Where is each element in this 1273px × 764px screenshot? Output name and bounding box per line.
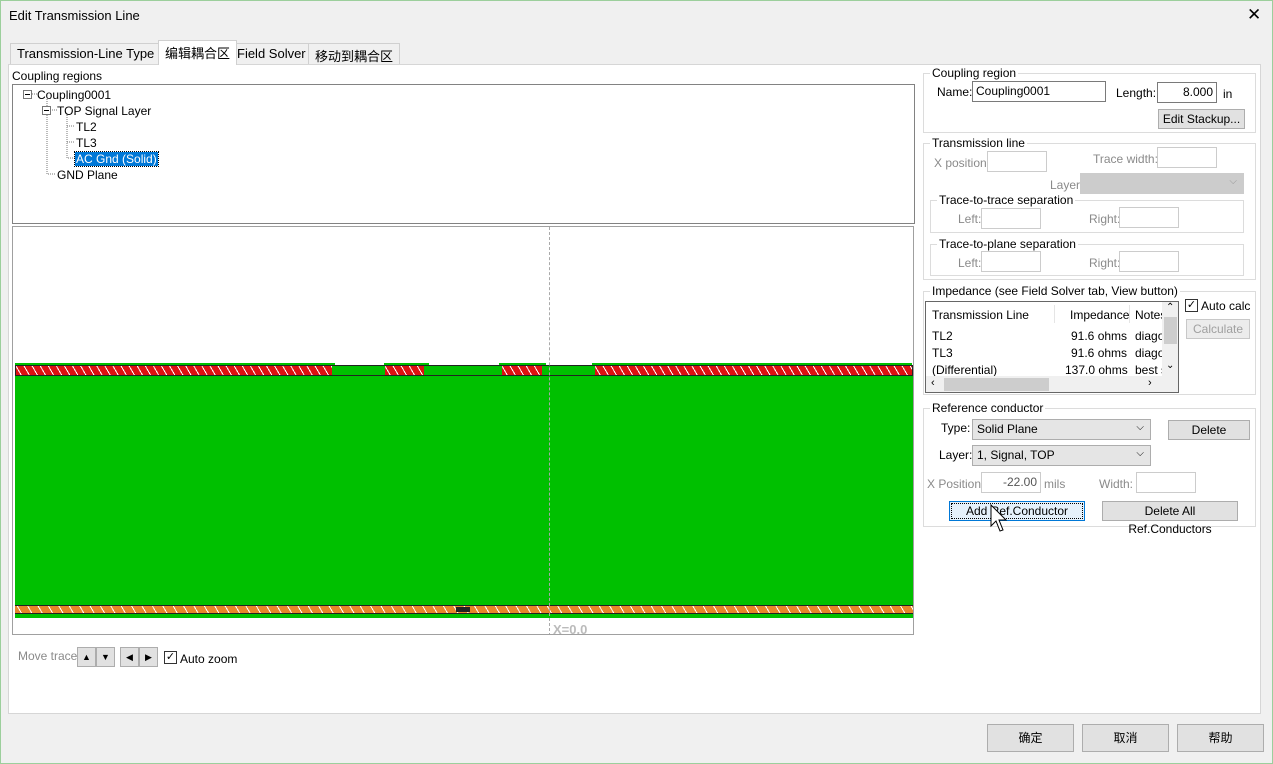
t2t-left-input[interactable] [981, 208, 1041, 229]
row-diff-name: (Differential) [932, 363, 998, 377]
tab-edit-coupling[interactable]: 编辑耦合区 [158, 40, 238, 65]
coupling-tree[interactable]: Coupling0001 TOP Signal Layer TL2 TL3 AC… [12, 84, 915, 224]
tree-node-tl2[interactable]: TL2 [76, 120, 97, 134]
row-tl2-impedance: 91.6 ohms [1071, 329, 1128, 343]
layer-value: 1, Signal, TOP [977, 448, 1055, 462]
trace-to-plane-title: Trace-to-plane separation [937, 237, 1078, 251]
center-line [549, 227, 550, 634]
delete-all-ref-conductors-button[interactable]: Delete All Ref.Conductors [1102, 501, 1238, 536]
dielectric [15, 376, 913, 605]
layer-label-ref: Layer: [939, 448, 973, 462]
t2p-left-input[interactable] [981, 251, 1041, 272]
trace-to-trace-title: Trace-to-trace separation [937, 193, 1076, 207]
type-value: Solid Plane [977, 422, 1038, 436]
tab-field-solver[interactable]: Field Solver [230, 43, 313, 64]
tree-node-ac-gnd[interactable]: AC Gnd (Solid) [74, 151, 159, 167]
col-impedance[interactable]: Impedance [1070, 308, 1129, 322]
move-left-button[interactable]: ◀ [120, 647, 139, 667]
delete-button[interactable]: Delete [1168, 420, 1250, 440]
chevron-down-icon: ⌵ [1136, 422, 1144, 433]
vertical-scrollbar[interactable]: ⌃ ⌄ [1162, 302, 1178, 376]
move-trace-label: Move trace: [18, 649, 81, 663]
row-tl3-impedance: 91.6 ohms [1071, 346, 1128, 360]
length-label: Length: [1116, 86, 1157, 100]
coupling-region-title: Coupling region [930, 66, 1019, 80]
reference-conductor-title: Reference conductor [930, 401, 1046, 415]
auto-calc-label: Auto calc [1201, 299, 1251, 313]
width-input[interactable] [1136, 472, 1196, 493]
cancel-button[interactable]: 取消 [1082, 724, 1169, 752]
chevron-down-icon: ⌵ [1136, 448, 1144, 459]
type-select[interactable]: Solid Plane ⌵ [972, 419, 1151, 440]
window-title: Edit Transmission Line [9, 8, 140, 23]
move-up-button[interactable]: ▲ [77, 647, 96, 667]
tl2-conductor[interactable] [385, 366, 424, 375]
tree-node-gnd-plane[interactable]: GND Plane [57, 168, 118, 182]
close-icon[interactable]: ✕ [1247, 5, 1261, 25]
tree-node-coupling0001[interactable]: Coupling0001 [37, 88, 111, 102]
bottom-dielectric [15, 614, 913, 618]
tree-node-top-signal-layer[interactable]: TOP Signal Layer [57, 104, 151, 118]
ac-gnd-plane-left[interactable] [16, 366, 332, 375]
move-right-button[interactable]: ▶ [139, 647, 158, 667]
coupling-regions-label: Coupling regions [12, 69, 103, 83]
name-input[interactable]: Coupling0001 [972, 81, 1106, 102]
edit-stackup-button[interactable]: Edit Stackup... [1158, 109, 1245, 129]
name-label: Name: [937, 85, 973, 99]
layer-select-disabled[interactable]: ⌵ [1080, 173, 1244, 194]
impedance-title: Impedance (see Field Solver tab, View bu… [930, 284, 1180, 298]
auto-calc-checkbox[interactable]: ✓ [1185, 299, 1198, 312]
help-button[interactable]: 帮助 [1177, 724, 1264, 752]
trace-width-label: Trace width: [1093, 152, 1158, 166]
cross-section-view[interactable]: X=0.0 [12, 226, 914, 635]
t2p-left-label: Left: [958, 256, 982, 270]
tab-transmission-line-type[interactable]: Transmission-Line Type [10, 43, 162, 64]
x-position-ref-input[interactable]: -22.00 [981, 472, 1041, 493]
trace-width-input[interactable] [1157, 147, 1217, 168]
t2p-right-input[interactable] [1119, 251, 1179, 272]
t2p-right-label: Right: [1089, 256, 1121, 270]
length-input[interactable]: 8.000 [1157, 82, 1217, 103]
x-position-unit: mils [1044, 477, 1066, 491]
t2t-left-label: Left: [958, 212, 982, 226]
ac-gnd-plane-right[interactable] [595, 366, 912, 375]
width-label: Width: [1099, 477, 1134, 491]
tree-node-tl3[interactable]: TL3 [76, 136, 97, 150]
calculate-button[interactable]: Calculate [1186, 319, 1250, 339]
add-ref-conductor-button[interactable]: Add Ref.Conductor [949, 501, 1085, 521]
t2t-right-input[interactable] [1119, 207, 1179, 228]
type-label: Type: [941, 421, 971, 435]
impedance-table[interactable]: Transmission Line Impedance Notes TL2 91… [925, 301, 1179, 393]
dialog-window: Edit Transmission Line ✕ Transmission-Li… [0, 0, 1273, 764]
x-position-input[interactable] [987, 151, 1047, 172]
row-diff-impedance: 137.0 ohms [1065, 363, 1128, 377]
auto-zoom-label: Auto zoom [180, 652, 238, 666]
tab-move-to-coupling[interactable]: 移动到耦合区 [308, 43, 401, 64]
auto-zoom-checkbox[interactable]: ✓ [164, 651, 177, 664]
x-position-label: X position: [934, 156, 991, 170]
t2t-right-label: Right: [1089, 212, 1121, 226]
ok-button[interactable]: 确定 [987, 724, 1074, 752]
gnd-marker [456, 607, 470, 612]
move-down-button[interactable]: ▼ [96, 647, 115, 667]
transmission-line-title: Transmission line [930, 136, 1027, 150]
row-tl3-notes: diago [1135, 346, 1165, 360]
row-tl3-name: TL3 [932, 346, 953, 360]
col-transmission-line[interactable]: Transmission Line [932, 308, 1029, 322]
layer-select[interactable]: 1, Signal, TOP ⌵ [972, 445, 1151, 466]
row-tl2-notes: diago [1135, 329, 1165, 343]
mouse-cursor-icon [990, 504, 1008, 532]
row-tl2-name: TL2 [932, 329, 953, 343]
length-unit: in [1223, 87, 1233, 101]
tl3-conductor[interactable] [502, 366, 542, 375]
layer-label: Layer [1050, 178, 1081, 192]
x-origin-label: X=0.0 [553, 622, 588, 635]
x-position-ref-label: X Position: [927, 477, 985, 491]
horizontal-scrollbar[interactable]: ‹ › [926, 376, 1178, 392]
